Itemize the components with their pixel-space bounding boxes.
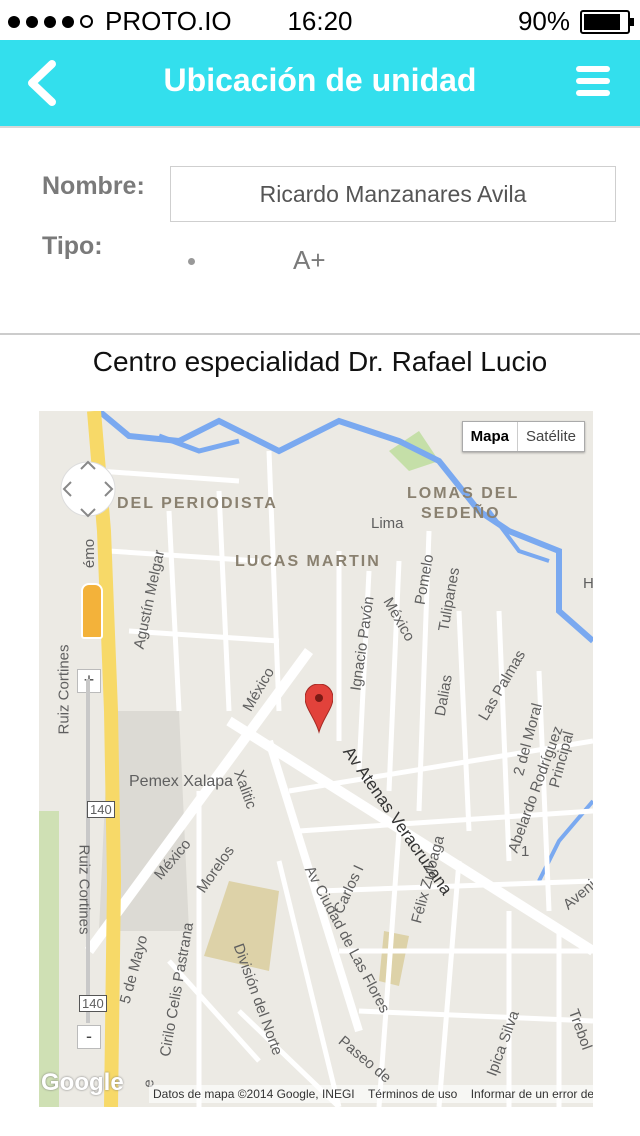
hamburger-icon <box>576 66 610 96</box>
highway-shield: 140 <box>79 995 107 1012</box>
type-label: Tipo: <box>42 232 103 260</box>
battery-percent: 90% <box>517 6 570 36</box>
map-area-label: DEL PERIODISTA <box>117 495 278 512</box>
pan-arrows-icon <box>60 460 116 518</box>
map-type-button[interactable]: Mapa <box>463 422 518 451</box>
map-footer: Datos de mapa ©2014 Google, INEGI Términ… <box>149 1085 593 1103</box>
divider <box>0 126 640 128</box>
highway-shield: 140 <box>87 801 115 818</box>
divider <box>0 333 640 335</box>
street-label: Ruiz Cortines <box>55 644 73 735</box>
map-data-credit: Datos de mapa ©2014 Google, INEGI <box>153 1087 355 1101</box>
map-area-label: LUCAS MARTIN <box>235 553 381 570</box>
battery-icon <box>580 9 634 34</box>
name-label: Nombre: <box>42 172 145 200</box>
type-bullet <box>188 258 195 265</box>
map-type-toggle: Mapa Satélite <box>461 421 585 452</box>
name-field[interactable]: Ricardo Manzanares Avila <box>170 166 616 222</box>
google-logo: Google <box>41 1069 124 1096</box>
poi-label: Pemex Xalapa <box>129 773 234 790</box>
page-title: Ubicación de unidad <box>163 62 477 98</box>
status-bar: PROTO.IO 16:20 90% <box>0 0 640 40</box>
terms-link[interactable]: Términos de uso <box>368 1087 457 1101</box>
street-label: émo <box>81 538 99 569</box>
hospital-name: Centro especialidad Dr. Rafael Lucio <box>92 346 548 377</box>
street-view-pegman-icon[interactable] <box>81 583 103 639</box>
menu-button[interactable] <box>576 66 610 98</box>
pan-control[interactable] <box>59 447 117 531</box>
satellite-type-button[interactable]: Satélite <box>518 422 584 451</box>
battery: 90% <box>517 6 634 37</box>
street-label: H <box>583 575 593 592</box>
map-view[interactable]: Mapa Satélite + - DEL PERIODISTA LUCAS M… <box>39 411 593 1107</box>
street-label: Ruiz Cortines <box>75 844 93 935</box>
location-pin-icon[interactable] <box>305 684 333 760</box>
street-label: Lima <box>371 515 404 532</box>
type-value: A+ <box>293 245 326 275</box>
map-area-label: SEDEÑO <box>421 505 501 522</box>
zoom-out-button[interactable]: - <box>77 1025 101 1049</box>
report-error-link[interactable]: Informar de un error de Maps <box>471 1087 593 1101</box>
nav-bar: Ubicación de unidad <box>0 40 640 126</box>
map-area-label: LOMAS DEL <box>407 485 520 502</box>
street-label: 1 <box>521 843 530 860</box>
